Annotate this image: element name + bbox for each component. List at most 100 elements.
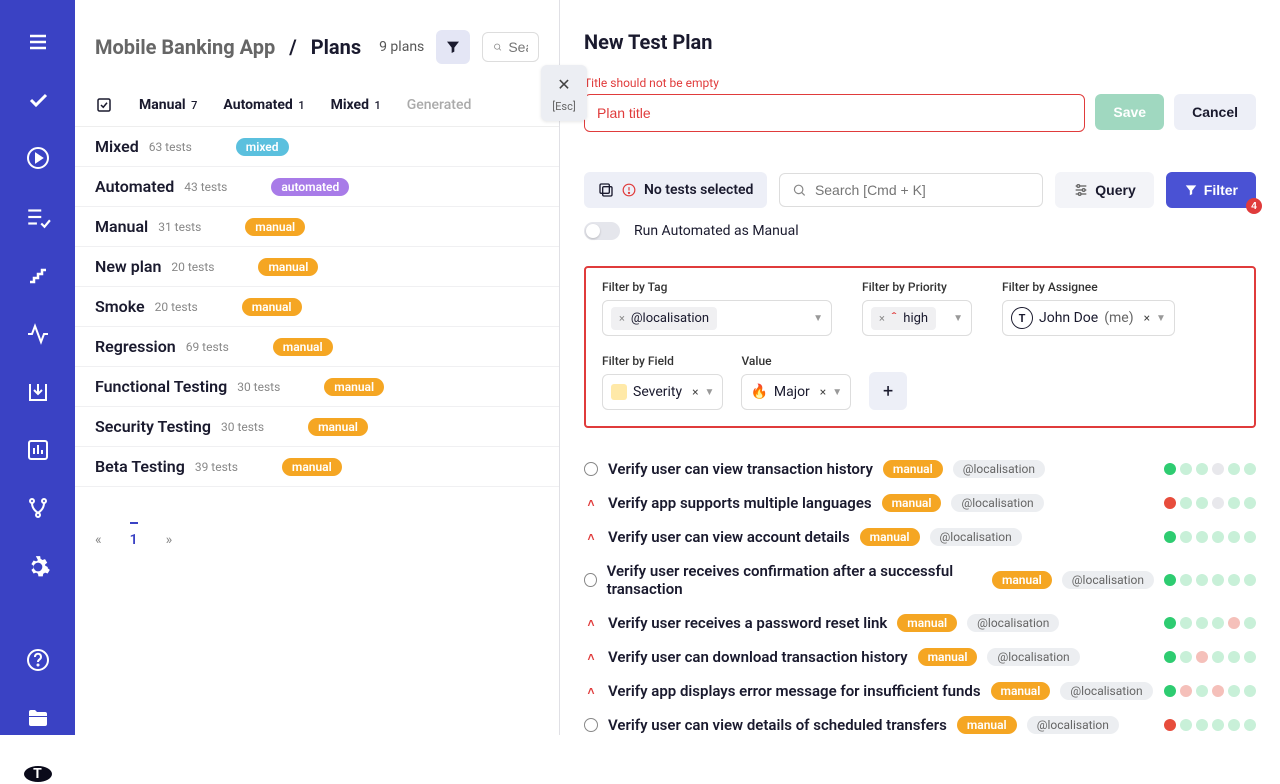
status-dot <box>1244 531 1256 543</box>
tag-chip-localisation: ×@localisation <box>611 307 717 330</box>
user-avatar[interactable]: T <box>22 764 54 784</box>
filter-tag-select[interactable]: ×@localisation ▼ <box>602 300 832 336</box>
plan-test-count: 20 tests <box>155 300 198 314</box>
plan-row[interactable]: Manual31 testsmanual <box>75 207 559 247</box>
status-dot <box>1244 574 1256 586</box>
steps-icon[interactable] <box>25 264 51 288</box>
expand-icon[interactable] <box>584 718 598 732</box>
remove-assignee-icon[interactable]: × <box>1144 311 1150 325</box>
test-row[interactable]: Verify user receives confirmation after … <box>584 554 1256 606</box>
folder-icon[interactable] <box>25 706 51 730</box>
chart-icon[interactable] <box>25 438 51 462</box>
plan-row[interactable]: Beta Testing39 testsmanual <box>75 447 559 487</box>
test-row[interactable]: ˄Verify app displays error message for i… <box>584 674 1256 708</box>
add-filter-button[interactable]: + <box>869 372 907 410</box>
new-plan-panel: New Test Plan Title should not be empty … <box>560 0 1280 735</box>
playlist-check-icon[interactable] <box>25 204 51 230</box>
tab-automated[interactable]: Automated 1 <box>223 97 304 113</box>
test-search-input[interactable] <box>815 182 1030 198</box>
search-icon <box>493 39 502 55</box>
select-icon <box>598 182 614 198</box>
save-button[interactable]: Save <box>1095 94 1164 130</box>
tab-mixed[interactable]: Mixed 1 <box>331 97 381 113</box>
run-auto-as-manual-toggle[interactable] <box>584 222 620 240</box>
plan-row[interactable]: Regression69 testsmanual <box>75 327 559 367</box>
filter-priority-select[interactable]: ×ˆhigh ▼ <box>862 300 972 336</box>
plan-row[interactable]: Security Testing30 testsmanual <box>75 407 559 447</box>
test-row[interactable]: ˄Verify user can view account detailsman… <box>584 520 1256 554</box>
filter-field-select[interactable]: Severity × ▼ <box>602 374 723 410</box>
remove-tag-icon[interactable]: × <box>619 312 625 325</box>
remove-value-icon[interactable]: × <box>820 385 826 399</box>
test-row[interactable]: ˄Verify app supports multiple languagesm… <box>584 486 1256 520</box>
assignee-name: John Doe <box>1039 310 1098 326</box>
selection-text: No tests selected <box>644 182 753 198</box>
cancel-button[interactable]: Cancel <box>1174 94 1256 130</box>
search-input[interactable] <box>508 39 528 55</box>
page-prev[interactable]: « <box>95 532 102 548</box>
query-button[interactable]: Query <box>1055 172 1153 208</box>
status-dot <box>1212 651 1224 663</box>
test-title: Verify app supports multiple languages <box>608 494 872 512</box>
chevron-up-icon[interactable]: ˄ <box>584 496 598 510</box>
remove-priority-icon[interactable]: × <box>879 312 885 325</box>
chevron-up-icon[interactable]: ˄ <box>584 530 598 544</box>
gear-icon[interactable] <box>25 554 51 580</box>
plan-row[interactable]: Functional Testing30 testsmanual <box>75 367 559 407</box>
status-dot <box>1180 574 1192 586</box>
plan-row[interactable]: New plan20 testsmanual <box>75 247 559 287</box>
expand-icon[interactable] <box>584 573 597 587</box>
test-type-chip: manual <box>957 716 1017 734</box>
test-row[interactable]: Verify user can view details of schedule… <box>584 708 1256 735</box>
selection-pill[interactable]: No tests selected <box>584 172 767 208</box>
test-search[interactable] <box>779 173 1043 207</box>
page-current[interactable]: 1 <box>130 522 138 548</box>
chevron-up-icon[interactable]: ˄ <box>584 650 598 664</box>
play-circle-icon[interactable] <box>25 146 51 170</box>
breadcrumb-app[interactable]: Mobile Banking App <box>95 35 275 59</box>
remove-field-icon[interactable]: × <box>692 385 698 399</box>
status-dot <box>1164 651 1176 663</box>
status-dots <box>1164 651 1256 663</box>
status-dot <box>1180 463 1192 475</box>
plan-row[interactable]: Smoke20 testsmanual <box>75 287 559 327</box>
status-dots <box>1164 463 1256 475</box>
menu-icon[interactable] <box>25 30 51 54</box>
close-drawer-button[interactable]: ✕ [Esc] <box>541 65 587 121</box>
test-row[interactable]: ˄Verify user can download transaction hi… <box>584 640 1256 674</box>
status-dot <box>1196 617 1208 629</box>
chevron-up-icon[interactable]: ˄ <box>584 684 598 698</box>
tab-manual[interactable]: Manual 7 <box>139 97 197 113</box>
plan-row[interactable]: Automated43 testsautomated <box>75 167 559 207</box>
status-dot <box>1180 651 1192 663</box>
plan-row[interactable]: Mixed63 testsmixed <box>75 127 559 167</box>
plan-title-input[interactable] <box>584 94 1085 132</box>
fire-icon: 🔥 <box>750 384 767 400</box>
status-dot <box>1228 497 1240 509</box>
plan-list: Mixed63 testsmixedAutomated43 testsautom… <box>75 127 559 487</box>
checklist-icon[interactable] <box>95 96 113 114</box>
filter-assignee-select[interactable]: T John Doe (me) × ▼ <box>1002 300 1175 336</box>
status-dot <box>1212 574 1224 586</box>
plan-test-count: 39 tests <box>195 460 238 474</box>
test-type-chip: manual <box>883 460 943 478</box>
page-next[interactable]: » <box>166 532 173 548</box>
plan-test-count: 69 tests <box>186 340 229 354</box>
test-title: Verify user receives confirmation after … <box>607 562 982 598</box>
filter-toggle-button[interactable]: Filter 4 <box>1166 172 1256 208</box>
filter-button[interactable] <box>436 30 470 64</box>
activity-icon[interactable] <box>25 322 51 346</box>
chevron-up-icon[interactable]: ˄ <box>584 616 598 630</box>
plan-type-chip: manual <box>324 378 384 396</box>
search-box[interactable] <box>482 32 539 62</box>
check-icon[interactable] <box>25 88 51 112</box>
help-icon[interactable] <box>25 648 51 672</box>
tab-generated[interactable]: Generated <box>407 97 472 113</box>
test-row[interactable]: ˄Verify user receives a password reset l… <box>584 606 1256 640</box>
branch-icon[interactable] <box>25 496 51 520</box>
expand-icon[interactable] <box>584 462 598 476</box>
value-value: Major <box>774 384 810 400</box>
filter-value-select[interactable]: 🔥 Major × ▼ <box>741 374 851 410</box>
test-row[interactable]: Verify user can view transaction history… <box>584 452 1256 486</box>
import-icon[interactable] <box>25 380 51 404</box>
